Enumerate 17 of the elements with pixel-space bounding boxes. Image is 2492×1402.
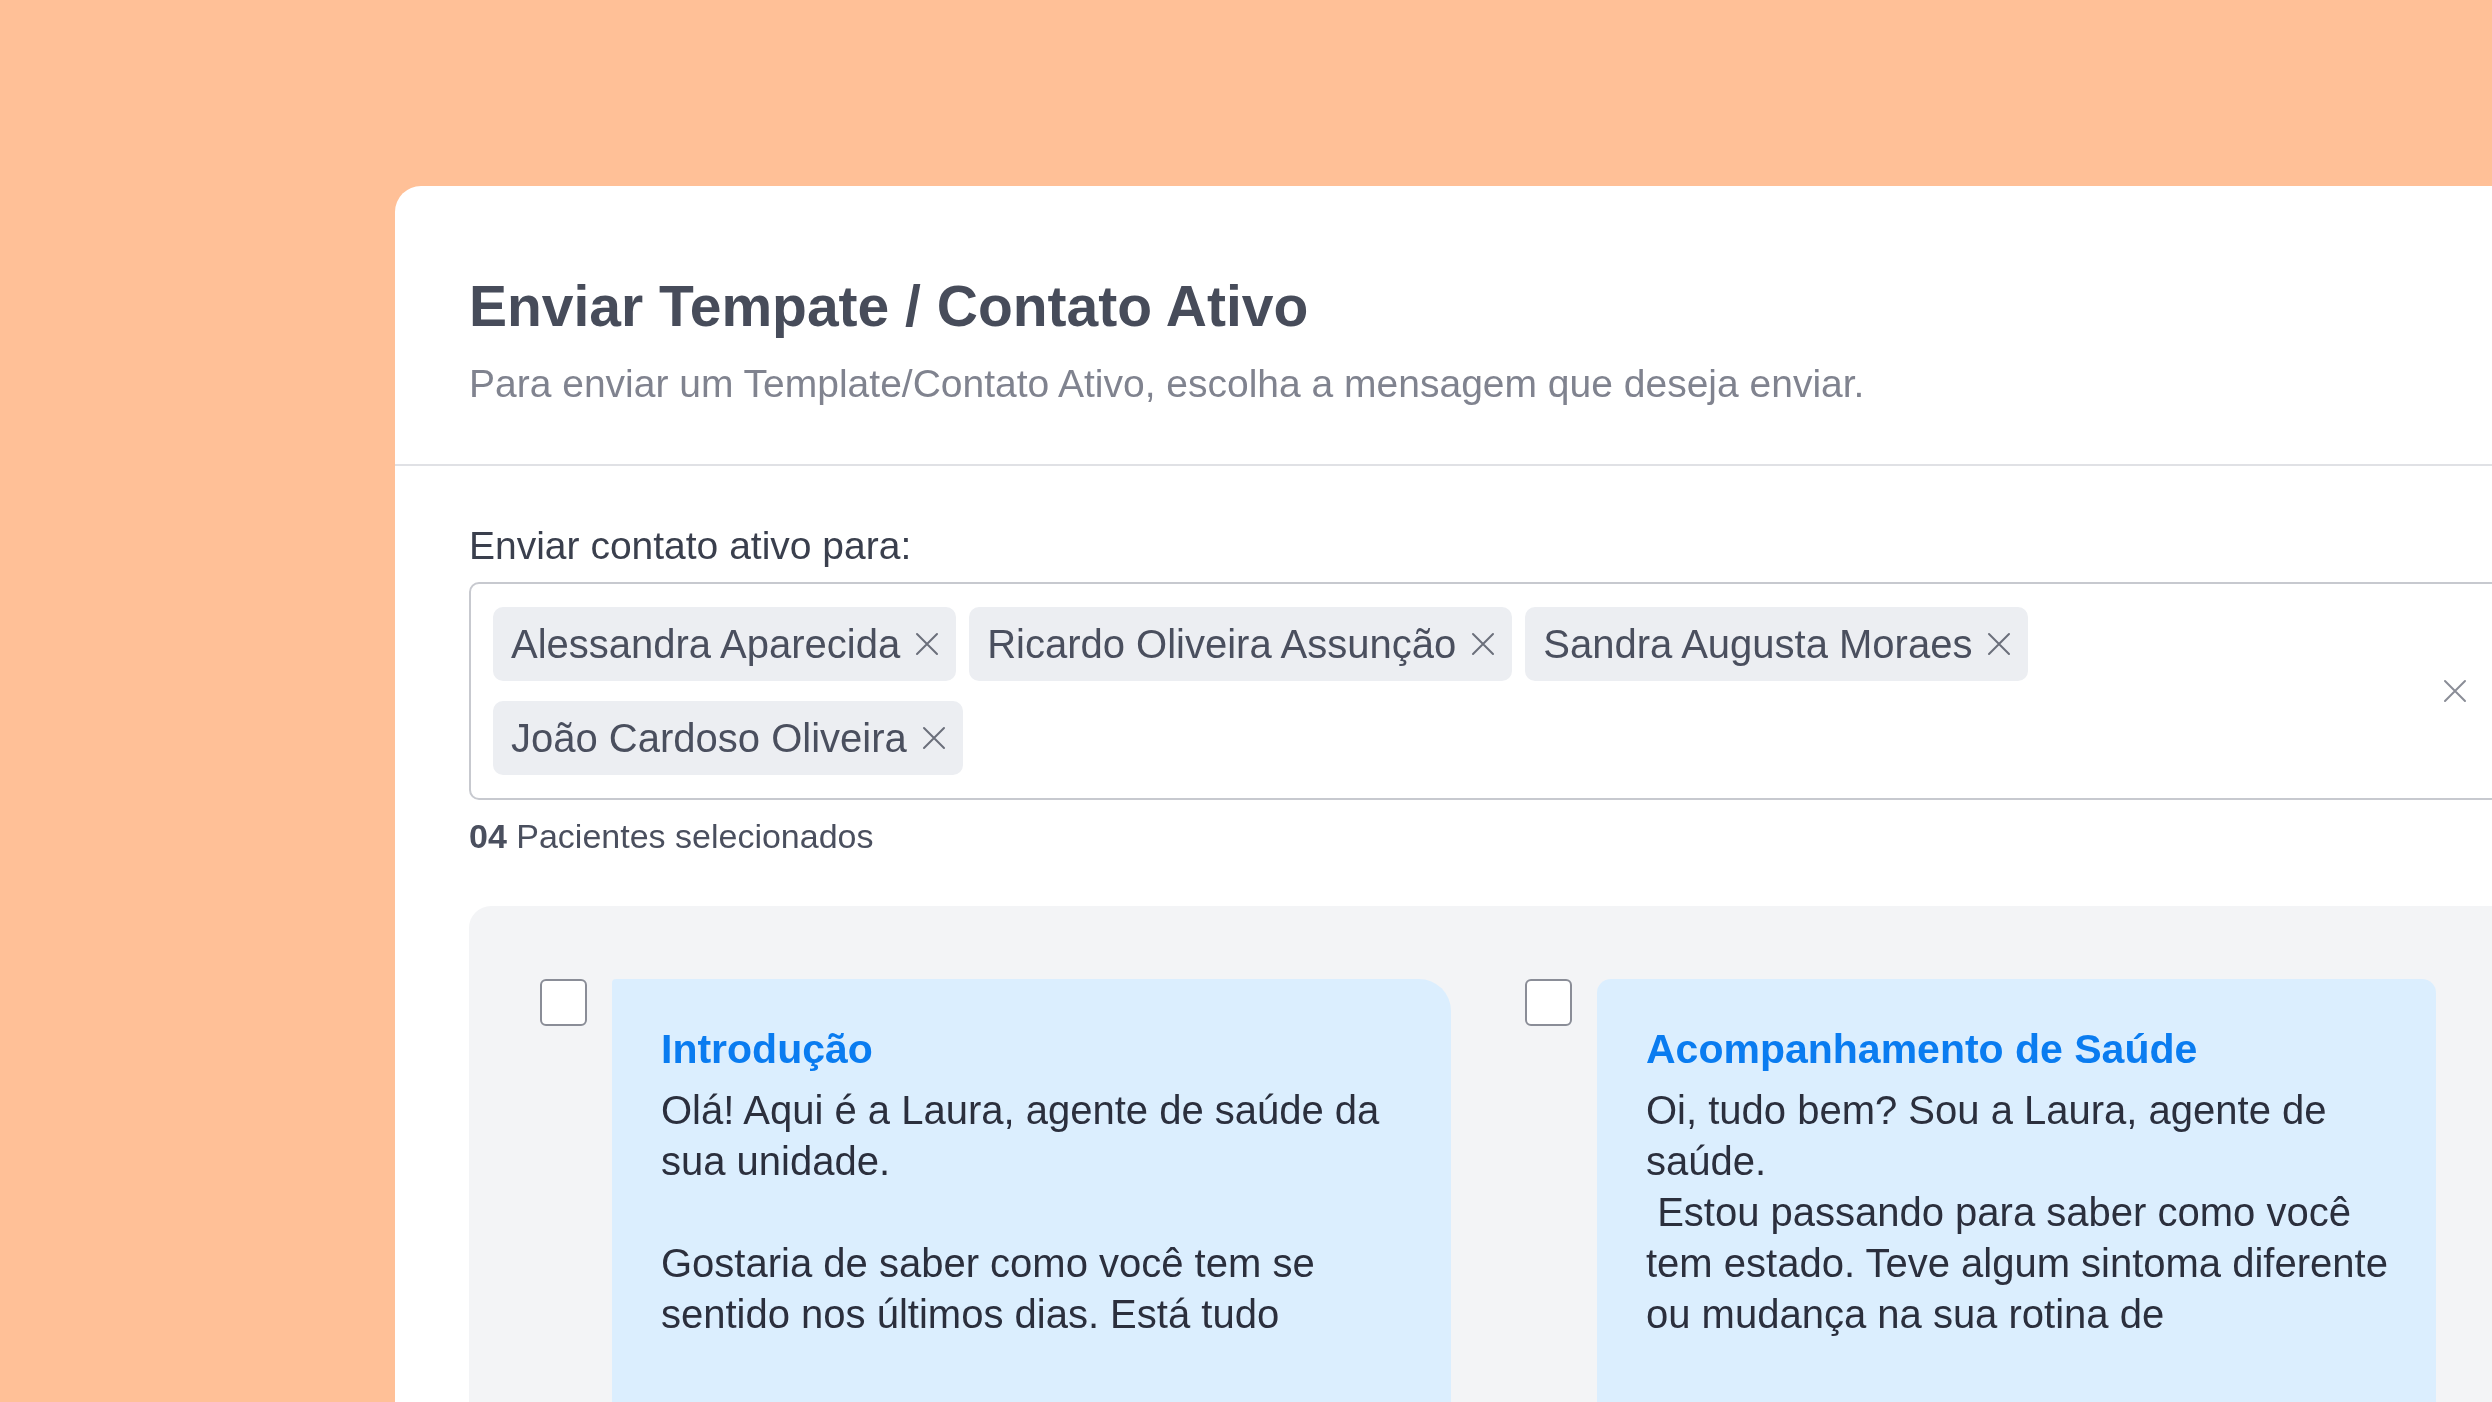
template-card[interactable]: Acompanhamento de Saúde Oi, tudo bem? Sou a Laura, agente de saúde. Estou passando para saber como você tem estado. Teve algum sintoma diferente ou mudança na sua rotina de [1597, 979, 2436, 1402]
selected-count: 04 Pacientes selecionados [469, 816, 874, 857]
recipients-field[interactable]: Alessandra Aparecida Ricardo Oliveira Assunção Sandra Augusta Moraes João Cardoso Oliveira [469, 582, 2492, 800]
template-title: Acompanhamento de Saúde [1646, 1025, 2198, 1074]
template-title: Introdução [661, 1025, 873, 1074]
template-message: Olá! Aqui é a Laura, agente de saúde da sua unidade. Gostaria de saber como você tem se sentido nos últimos dias. Está tudo [661, 1087, 1381, 1338]
template-checkbox[interactable] [540, 979, 587, 1026]
template-card[interactable]: Introdução Olá! Aqui é a Laura, agente de saúde da sua unidade. Gostaria de saber como você tem se sentido nos últimos dias. Está tudo [612, 979, 1451, 1402]
dialog-title: Enviar Tempate / Contato Ativo [469, 273, 1309, 340]
chip-label: Sandra Augusta Moraes [1543, 621, 1973, 668]
field-label: Enviar contato ativo para: [469, 523, 912, 569]
dialog-subtitle: Para enviar um Template/Contato Ativo, escolha a mensagem que deseja enviar. [469, 361, 1865, 407]
template-message: Oi, tudo bem? Sou a Laura, agente de saúde. Estou passando para saber como você tem estado. Teve algum sintoma diferente ou mudança na sua rotina de [1646, 1087, 2389, 1338]
chip-label: Ricardo Oliveira Assunção [987, 621, 1457, 668]
template-checkbox[interactable] [1525, 979, 1572, 1026]
chip-label: Alessandra Aparecida [511, 621, 901, 668]
chip-label: João Cardoso Oliveira [511, 715, 907, 762]
